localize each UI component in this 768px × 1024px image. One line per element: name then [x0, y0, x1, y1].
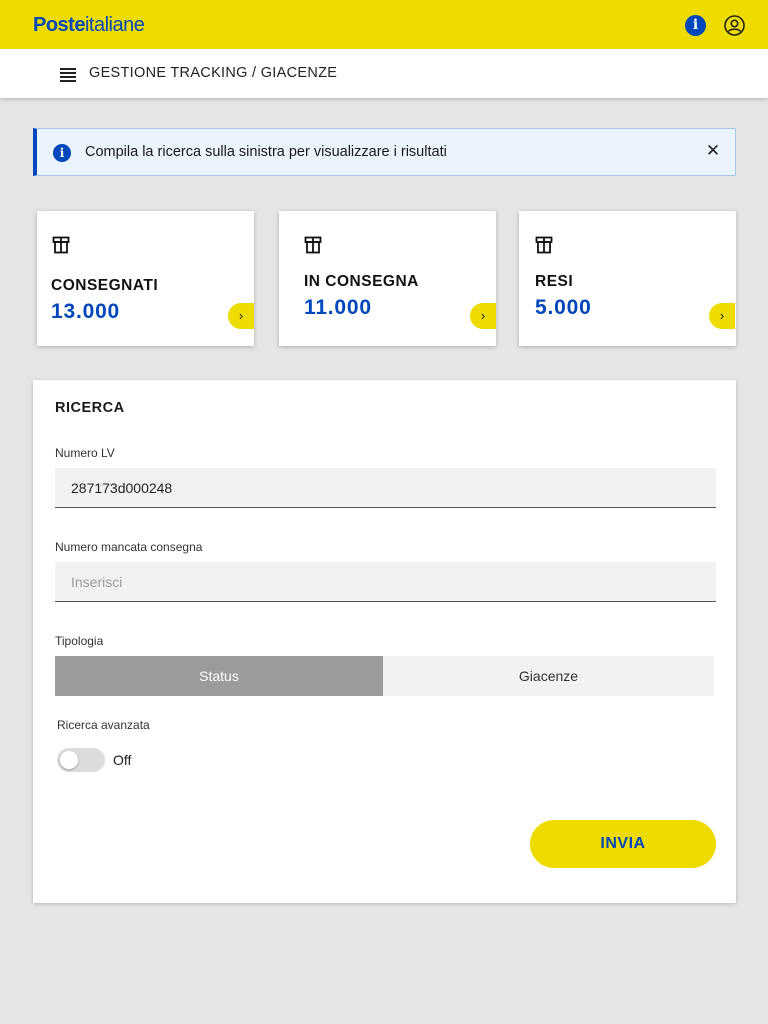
card-value: 13.000 [51, 300, 121, 323]
package-icon [304, 236, 322, 254]
card-resi[interactable]: RESI 5.000 › [519, 211, 736, 346]
logo-bold-text: Poste [33, 14, 85, 36]
info-alert: i Compila la ricerca sulla sinistra per … [33, 128, 736, 176]
search-title: RICERCA [55, 400, 125, 416]
chevron-right-icon[interactable]: › [228, 303, 254, 329]
chevron-right-icon[interactable]: › [470, 303, 496, 329]
hamburger-menu-icon[interactable] [60, 68, 76, 82]
toggle-knob [60, 751, 78, 769]
info-circle-icon: i [53, 144, 71, 162]
numero-lv-label: Numero LV [55, 446, 115, 460]
alert-message: Compila la ricerca sulla sinistra per vi… [85, 144, 447, 160]
card-label: IN CONSEGNA [304, 273, 419, 290]
page-title: GESTIONE TRACKING / GIACENZE [89, 65, 338, 81]
invia-button[interactable]: INVIA [530, 820, 716, 868]
chevron-right-icon[interactable]: › [709, 303, 735, 329]
info-icon[interactable]: i [685, 15, 706, 36]
top-bar: Posteitaliane i [0, 0, 768, 49]
logo-light-text: italiane [84, 14, 145, 36]
card-consegnati[interactable]: CONSEGNATI 13.000 › [37, 211, 254, 346]
package-icon [535, 236, 553, 254]
mancata-consegna-label: Numero mancata consegna [55, 540, 203, 554]
card-label: RESI [535, 273, 574, 290]
poste-italiane-logo[interactable]: Posteitaliane [33, 14, 145, 37]
search-panel: RICERCA Numero LV 287173d000248 Numero m… [33, 380, 736, 903]
card-in-consegna[interactable]: IN CONSEGNA 11.000 › [279, 211, 496, 346]
card-value: 5.000 [535, 296, 592, 319]
sub-header: GESTIONE TRACKING / GIACENZE [0, 49, 768, 98]
numero-lv-input[interactable]: 287173d000248 [55, 468, 716, 508]
toggle-state-text: Off [113, 752, 132, 768]
package-icon [52, 236, 70, 254]
tipologia-option-status[interactable]: Status [55, 656, 383, 696]
tipologia-label: Tipologia [55, 634, 104, 648]
ricerca-avanzata-toggle[interactable] [57, 748, 105, 772]
user-icon[interactable] [724, 15, 745, 36]
card-value: 11.000 [304, 296, 372, 319]
card-label: CONSEGNATI [51, 277, 159, 294]
close-icon[interactable]: ✕ [704, 142, 722, 160]
mancata-consegna-input[interactable]: Inserisci [55, 562, 716, 602]
tipologia-segmented-control: Status Giacenze [55, 656, 714, 696]
ricerca-avanzata-label: Ricerca avanzata [57, 718, 150, 732]
tipologia-option-giacenze[interactable]: Giacenze [383, 656, 714, 696]
